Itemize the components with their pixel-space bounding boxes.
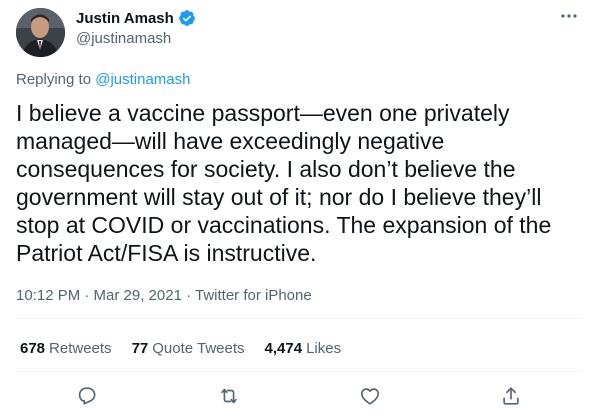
more-options-icon[interactable]: [557, 6, 581, 26]
divider: [16, 318, 583, 319]
reply-icon: [78, 387, 96, 405]
likes-stat[interactable]: 4,474 Likes: [265, 340, 342, 357]
reply-button[interactable]: [75, 384, 99, 408]
divider: [16, 371, 583, 372]
likes-label: Likes: [306, 340, 342, 357]
tweet-meta[interactable]: 10:12 PM · Mar 29, 2021 · Twitter for iP…: [16, 287, 312, 304]
likes-count: 4,474: [264, 340, 303, 357]
retweets-stat[interactable]: 678 Retweets: [20, 340, 112, 357]
action-bar: [0, 384, 599, 412]
replying-to: Replying to @justinamash: [16, 71, 191, 88]
retweets-count: 678: [20, 340, 46, 357]
share-icon: [503, 387, 519, 405]
avatar-photo: [16, 8, 65, 57]
display-name[interactable]: Justin Amash: [76, 9, 196, 27]
retweets-label: Retweets: [49, 340, 112, 357]
quote-tweets-label: Quote Tweets: [152, 340, 245, 357]
replying-to-label: Replying to: [16, 71, 96, 88]
engagement-stats: 678 Retweets 77 Quote Tweets 4,474 Likes: [20, 340, 341, 357]
like-button[interactable]: [358, 384, 382, 408]
quote-tweets-count: 77: [131, 340, 149, 357]
tweet-text: I believe a vaccine passport—even one pr…: [16, 100, 552, 266]
verified-badge-icon: [178, 9, 196, 27]
replying-to-link[interactable]: @justinamash: [95, 71, 190, 88]
quote-tweets-stat[interactable]: 77 Quote Tweets: [132, 340, 245, 357]
share-button[interactable]: [499, 384, 523, 408]
user-handle[interactable]: @justinamash: [76, 30, 171, 47]
heart-icon: [360, 388, 380, 405]
retweet-icon: [221, 388, 237, 404]
retweet-button[interactable]: [217, 384, 241, 408]
avatar[interactable]: [16, 8, 65, 57]
display-name-text[interactable]: Justin Amash: [76, 10, 174, 27]
